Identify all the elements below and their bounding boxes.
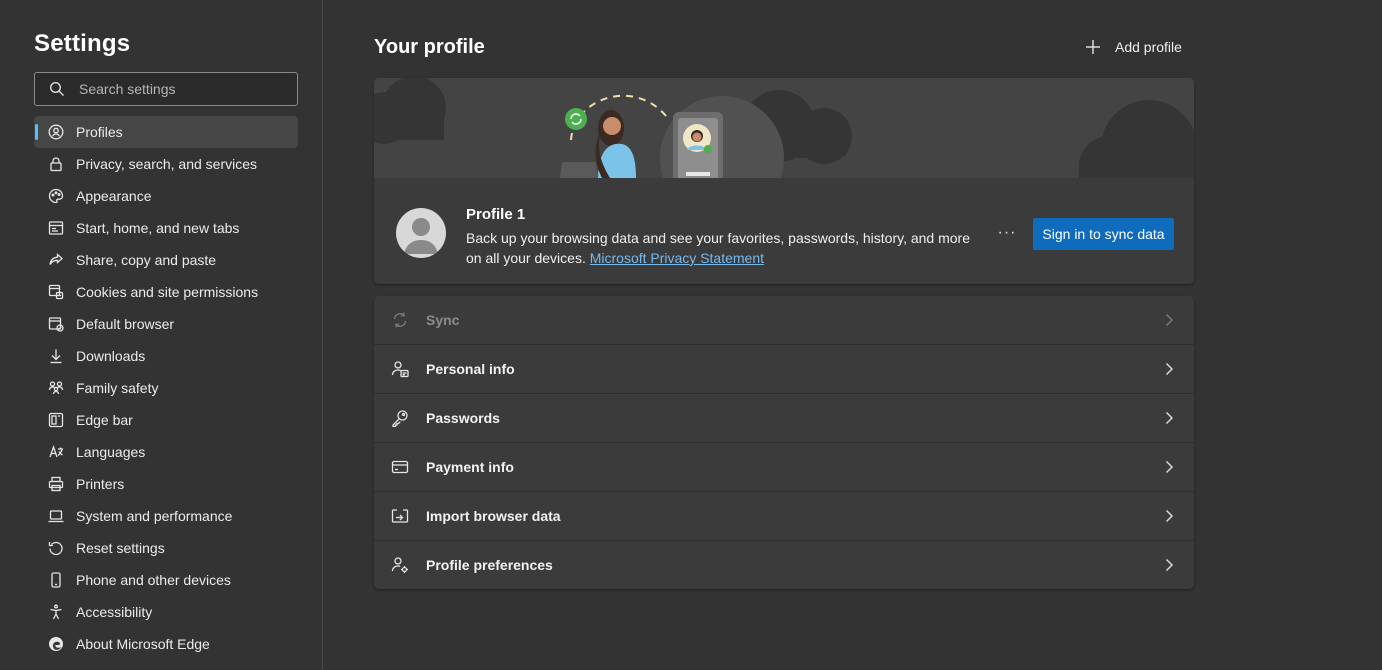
more-options-button[interactable]: ···	[992, 221, 1022, 245]
row-label: Import browser data	[426, 508, 561, 524]
chevron-right-icon	[1162, 312, 1176, 328]
edge-bar-icon	[47, 411, 65, 429]
family-icon	[47, 379, 65, 397]
sidebar-item-label: About Microsoft Edge	[76, 636, 210, 652]
sidebar-item-label: Downloads	[76, 348, 146, 364]
default-browser-icon	[47, 315, 65, 333]
sidebar-item-label: Phone and other devices	[76, 572, 231, 588]
sidebar-item-cookies[interactable]: Cookies and site permissions	[34, 276, 298, 308]
sidebar-item-label: System and performance	[76, 508, 233, 524]
sidebar-item-label: Profiles	[76, 124, 123, 140]
sidebar-item-downloads[interactable]: Downloads	[34, 340, 298, 372]
row-payment-info[interactable]: Payment info	[374, 442, 1194, 491]
sidebar-item-profiles[interactable]: Profiles	[34, 116, 298, 148]
sidebar-item-label: Share, copy and paste	[76, 252, 217, 268]
profile-settings-list: Sync Personal info Passwords Payment inf…	[374, 296, 1194, 589]
chevron-right-icon	[1162, 557, 1176, 573]
plus-icon	[1086, 40, 1100, 54]
chevron-right-icon	[1162, 410, 1176, 426]
edge-logo-icon	[47, 635, 65, 653]
share-icon	[47, 251, 65, 269]
laptop-icon	[47, 507, 65, 525]
palette-icon	[47, 187, 65, 205]
sync-icon	[390, 310, 410, 330]
import-icon	[390, 506, 410, 526]
languages-icon	[47, 443, 65, 461]
sidebar-item-start-home[interactable]: Start, home, and new tabs	[34, 212, 298, 244]
profile-name: Profile 1	[466, 206, 526, 223]
phone-icon	[47, 571, 65, 589]
printer-icon	[47, 475, 65, 493]
cookies-icon	[47, 283, 65, 301]
sidebar-item-appearance[interactable]: Appearance	[34, 180, 298, 212]
add-profile-label: Add profile	[1115, 39, 1182, 55]
row-label: Payment info	[426, 459, 514, 475]
sidebar-item-default-browser[interactable]: Default browser	[34, 308, 298, 340]
more-icon: ···	[997, 224, 1017, 241]
sidebar-item-label: Reset settings	[76, 540, 165, 556]
profile-card: Profile 1 Back up your browsing data and…	[374, 78, 1194, 284]
sidebar-item-about[interactable]: About Microsoft Edge	[34, 628, 298, 660]
sidebar-item-label: Languages	[76, 444, 146, 460]
sidebar-item-languages[interactable]: Languages	[34, 436, 298, 468]
home-tabs-icon	[47, 219, 65, 237]
sidebar-item-privacy[interactable]: Privacy, search, and services	[34, 148, 298, 180]
chevron-right-icon	[1162, 508, 1176, 524]
sidebar-item-label: Default browser	[76, 316, 175, 332]
search-icon	[49, 81, 64, 96]
sidebar-item-printers[interactable]: Printers	[34, 468, 298, 500]
avatar	[396, 208, 446, 258]
download-icon	[47, 347, 65, 365]
row-personal-info[interactable]: Personal info	[374, 344, 1194, 393]
sidebar-item-label: Printers	[76, 476, 125, 492]
reset-icon	[47, 539, 65, 557]
row-label: Personal info	[426, 361, 515, 377]
sidebar-item-label: Start, home, and new tabs	[76, 220, 240, 236]
sidebar-item-label: Privacy, search, and services	[76, 156, 258, 172]
sidebar-item-system[interactable]: System and performance	[34, 500, 298, 532]
row-profile-preferences[interactable]: Profile preferences	[374, 540, 1194, 589]
personal-info-icon	[390, 359, 410, 379]
sidebar: Settings Profiles Privacy, search, and s…	[0, 0, 323, 670]
credit-card-icon	[390, 457, 410, 477]
row-label: Sync	[426, 312, 460, 328]
sidebar-item-edge-bar[interactable]: Edge bar	[34, 404, 298, 436]
add-profile-button[interactable]: Add profile	[1084, 36, 1182, 58]
chevron-right-icon	[1162, 361, 1176, 377]
profile-icon	[47, 123, 65, 141]
row-label: Profile preferences	[426, 557, 553, 573]
sidebar-item-label: Family safety	[76, 380, 159, 396]
key-icon	[390, 408, 410, 428]
sidebar-item-label: Appearance	[76, 188, 152, 204]
sidebar-item-label: Cookies and site permissions	[76, 284, 259, 300]
search-box[interactable]	[34, 72, 298, 106]
sidebar-item-reset[interactable]: Reset settings	[34, 532, 298, 564]
profile-description: Back up your browsing data and see your …	[466, 228, 986, 268]
row-import-browser-data[interactable]: Import browser data	[374, 491, 1194, 540]
sidebar-item-label: Edge bar	[76, 412, 133, 428]
sidebar-item-label: Accessibility	[76, 604, 153, 620]
search-input[interactable]	[79, 81, 279, 97]
sidebar-nav: Profiles Privacy, search, and services A…	[34, 116, 298, 660]
sign-in-sync-button[interactable]: Sign in to sync data	[1033, 218, 1174, 250]
sidebar-item-family-safety[interactable]: Family safety	[34, 372, 298, 404]
sidebar-title: Settings	[34, 30, 131, 57]
profile-preferences-icon	[390, 555, 410, 575]
accessibility-icon	[47, 603, 65, 621]
page-title: Your profile	[374, 36, 485, 58]
chevron-right-icon	[1162, 459, 1176, 475]
privacy-statement-link[interactable]: Microsoft Privacy Statement	[590, 250, 764, 266]
lock-icon	[47, 155, 65, 173]
sidebar-item-accessibility[interactable]: Accessibility	[34, 596, 298, 628]
row-label: Passwords	[426, 410, 500, 426]
profile-banner-illustration	[374, 78, 1194, 220]
row-sync[interactable]: Sync	[374, 296, 1194, 344]
sidebar-item-phone[interactable]: Phone and other devices	[34, 564, 298, 596]
sidebar-item-share[interactable]: Share, copy and paste	[34, 244, 298, 276]
row-passwords[interactable]: Passwords	[374, 393, 1194, 442]
